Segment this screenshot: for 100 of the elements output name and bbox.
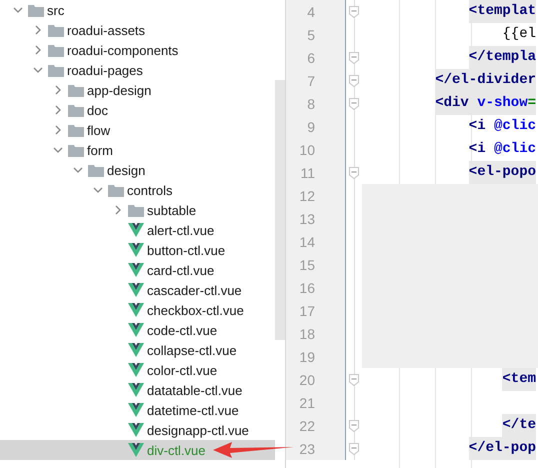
tree-item[interactable]: cascader-ctl.vue xyxy=(0,280,275,300)
file-name: alert-ctl.vue xyxy=(147,222,214,238)
file-name: checkbox-ctl.vue xyxy=(147,302,244,318)
line-number: 12 xyxy=(299,188,315,204)
chevron-right-icon[interactable] xyxy=(113,205,123,215)
tree-item[interactable]: designapp-ctl.vue xyxy=(0,420,275,440)
file-name: app-design xyxy=(87,82,152,98)
line-number: 5 xyxy=(307,26,315,42)
line-number: 19 xyxy=(299,348,315,364)
fold-marker-icon[interactable] xyxy=(349,52,359,64)
scrollbar-thumb[interactable] xyxy=(275,80,285,340)
vue-logo-icon xyxy=(128,343,144,357)
folder-icon xyxy=(108,184,124,196)
tree-item[interactable]: alert-ctl.vue xyxy=(0,220,275,240)
tree-item[interactable]: roadui-components xyxy=(0,40,275,60)
code-token: <tem xyxy=(502,368,536,391)
fold-marker-icon[interactable] xyxy=(349,74,359,86)
vue-logo-icon xyxy=(128,223,144,237)
tree-item[interactable]: collapse-ctl.vue xyxy=(0,340,275,360)
line-number: 7 xyxy=(307,72,315,88)
code-token: </te xyxy=(502,414,536,437)
line-number: 6 xyxy=(307,50,315,66)
vue-logo-icon xyxy=(128,263,144,277)
tree-item[interactable]: checkbox-ctl.vue xyxy=(0,300,275,320)
fold-marker-icon[interactable] xyxy=(349,442,359,454)
line-number: 21 xyxy=(299,394,315,410)
chevron-down-icon[interactable] xyxy=(13,5,23,15)
file-name: datetime-ctl.vue xyxy=(147,402,239,418)
line-number: 10 xyxy=(299,142,315,158)
fold-marker-icon[interactable] xyxy=(349,420,359,432)
vue-logo-icon xyxy=(128,443,144,457)
tree-item[interactable]: form xyxy=(0,140,275,160)
tree-item[interactable]: datatable-ctl.vue xyxy=(0,380,275,400)
code-token: <i xyxy=(468,117,487,136)
file-name: color-ctl.vue xyxy=(147,362,218,378)
file-name: subtable xyxy=(147,202,196,218)
tree-item[interactable]: code-ctl.vue xyxy=(0,320,275,340)
vue-logo-icon xyxy=(128,423,144,437)
file-name: roadui-components xyxy=(67,42,178,58)
code-token: <i xyxy=(468,140,487,159)
tree-item[interactable]: design xyxy=(0,160,275,180)
code-token: </templa xyxy=(468,46,536,69)
fold-marker-icon[interactable] xyxy=(349,374,359,386)
file-name: button-ctl.vue xyxy=(147,242,226,258)
code-token: <div xyxy=(435,92,478,115)
folder-icon xyxy=(68,84,84,96)
line-number: 16 xyxy=(299,280,315,296)
folder-icon xyxy=(68,104,84,116)
file-name: designapp-ctl.vue xyxy=(147,422,249,438)
vue-logo-icon xyxy=(128,283,144,297)
vue-logo-icon xyxy=(128,323,144,337)
file-name: datatable-ctl.vue xyxy=(147,382,242,398)
folder-icon xyxy=(48,44,64,56)
chevron-down-icon[interactable] xyxy=(33,65,43,75)
tree-item[interactable]: app-design xyxy=(0,80,275,100)
line-number: 15 xyxy=(299,256,315,272)
code-token: {{el xyxy=(502,25,536,44)
tree-item[interactable]: subtable xyxy=(0,200,275,220)
tree-item[interactable]: roadui-assets xyxy=(0,20,275,40)
tree-item[interactable]: flow xyxy=(0,120,275,140)
line-number: 4 xyxy=(307,4,315,20)
file-name: doc xyxy=(87,102,108,118)
file-name: div-ctl.vue xyxy=(147,442,206,458)
code-token: @clic xyxy=(494,140,536,159)
code-token: </el-pop xyxy=(468,437,536,460)
tree-item[interactable]: color-ctl.vue xyxy=(0,360,275,380)
line-number: 9 xyxy=(307,118,315,134)
folder-icon xyxy=(48,24,64,36)
folder-icon xyxy=(48,64,64,76)
file-name: controls xyxy=(127,182,173,198)
fold-marker-icon[interactable] xyxy=(349,166,359,178)
code-token: v-show xyxy=(477,92,528,115)
vue-logo-icon xyxy=(128,303,144,317)
line-number: 18 xyxy=(299,326,315,342)
fold-marker-icon[interactable] xyxy=(349,98,359,110)
tree-item[interactable]: doc xyxy=(0,100,275,120)
folder-icon xyxy=(128,204,144,216)
vue-logo-icon xyxy=(128,363,144,377)
code-token: @clic xyxy=(494,117,536,136)
folder-icon xyxy=(68,144,84,156)
code-token: <templat xyxy=(468,0,536,23)
line-number: 20 xyxy=(299,372,315,388)
tree-item[interactable]: datetime-ctl.vue xyxy=(0,400,275,420)
file-name: form xyxy=(87,142,113,158)
line-number: 17 xyxy=(299,302,315,318)
folder-icon xyxy=(28,4,44,16)
file-name: roadui-assets xyxy=(67,22,146,38)
folder-icon xyxy=(88,164,104,176)
tree-item[interactable]: card-ctl.vue xyxy=(0,260,275,280)
folder-icon xyxy=(68,124,84,136)
line-number: 13 xyxy=(299,210,315,226)
tree-item[interactable]: button-ctl.vue xyxy=(0,240,275,260)
vue-logo-icon xyxy=(128,383,144,397)
tree-item[interactable]: src xyxy=(0,0,275,20)
file-name: collapse-ctl.vue xyxy=(147,342,237,358)
tree-item[interactable]: roadui-pages xyxy=(0,60,275,80)
tree-item[interactable]: controls xyxy=(0,180,275,200)
file-name: flow xyxy=(87,122,110,138)
file-name: design xyxy=(107,162,146,178)
fold-marker-icon[interactable] xyxy=(349,6,359,18)
